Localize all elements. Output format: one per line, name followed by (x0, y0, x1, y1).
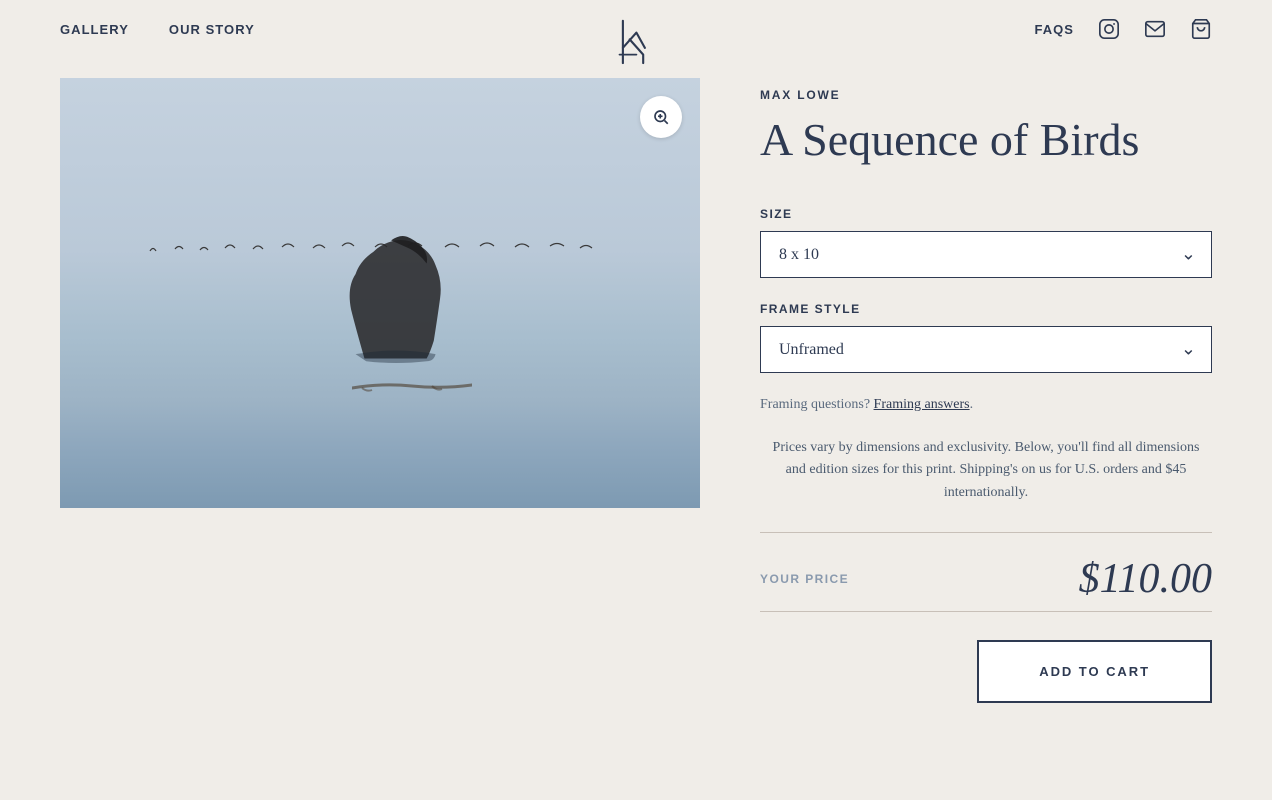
site-logo[interactable] (609, 14, 664, 74)
cart-icon[interactable] (1190, 18, 1212, 40)
frame-label: FRAME STYLE (760, 302, 1212, 316)
frame-select[interactable]: Unframed Black Frame White Frame Natural… (760, 326, 1212, 373)
nav-left: GALLERY OUR STORY (60, 22, 255, 37)
our-story-link[interactable]: OUR STORY (169, 22, 255, 37)
framing-note: Framing questions? Framing answers. (760, 397, 1212, 413)
product-info: MAX LOWE A Sequence of Birds SIZE 8 x 10… (760, 78, 1212, 703)
framing-answers-link[interactable]: Framing answers (874, 397, 970, 412)
size-select[interactable]: 8 x 10 11 x 14 16 x 20 20 x 24 24 x 30 (760, 231, 1212, 278)
price-value: $110.00 (1079, 555, 1212, 603)
product-image (60, 78, 700, 508)
divider-1 (760, 532, 1212, 533)
gallery-link[interactable]: GALLERY (60, 22, 129, 37)
driftwood-illustration (352, 378, 472, 403)
size-select-wrapper: 8 x 10 11 x 14 16 x 20 20 x 24 24 x 30 ⌄ (760, 231, 1212, 278)
divider-2 (760, 611, 1212, 612)
site-header: GALLERY OUR STORY FAQS (0, 0, 1272, 58)
zoom-button[interactable] (640, 96, 682, 138)
pricing-info: Prices vary by dimensions and exclusivit… (760, 437, 1212, 504)
artist-name: MAX LOWE (760, 88, 1212, 102)
product-image-container (60, 78, 700, 508)
size-label: SIZE (760, 207, 1212, 221)
main-content: MAX LOWE A Sequence of Birds SIZE 8 x 10… (0, 58, 1272, 743)
price-label: YOUR PRICE (760, 572, 849, 586)
frame-select-wrapper: Unframed Black Frame White Frame Natural… (760, 326, 1212, 373)
product-title: A Sequence of Birds (760, 114, 1212, 167)
add-to-cart-button[interactable]: ADD TO CART (977, 640, 1212, 703)
nav-right: FAQS (1034, 18, 1212, 40)
faqs-link[interactable]: FAQS (1034, 22, 1074, 37)
rock-illustration (300, 203, 500, 368)
instagram-icon[interactable] (1098, 18, 1120, 40)
price-row: YOUR PRICE $110.00 (760, 555, 1212, 603)
mail-icon[interactable] (1144, 18, 1166, 40)
